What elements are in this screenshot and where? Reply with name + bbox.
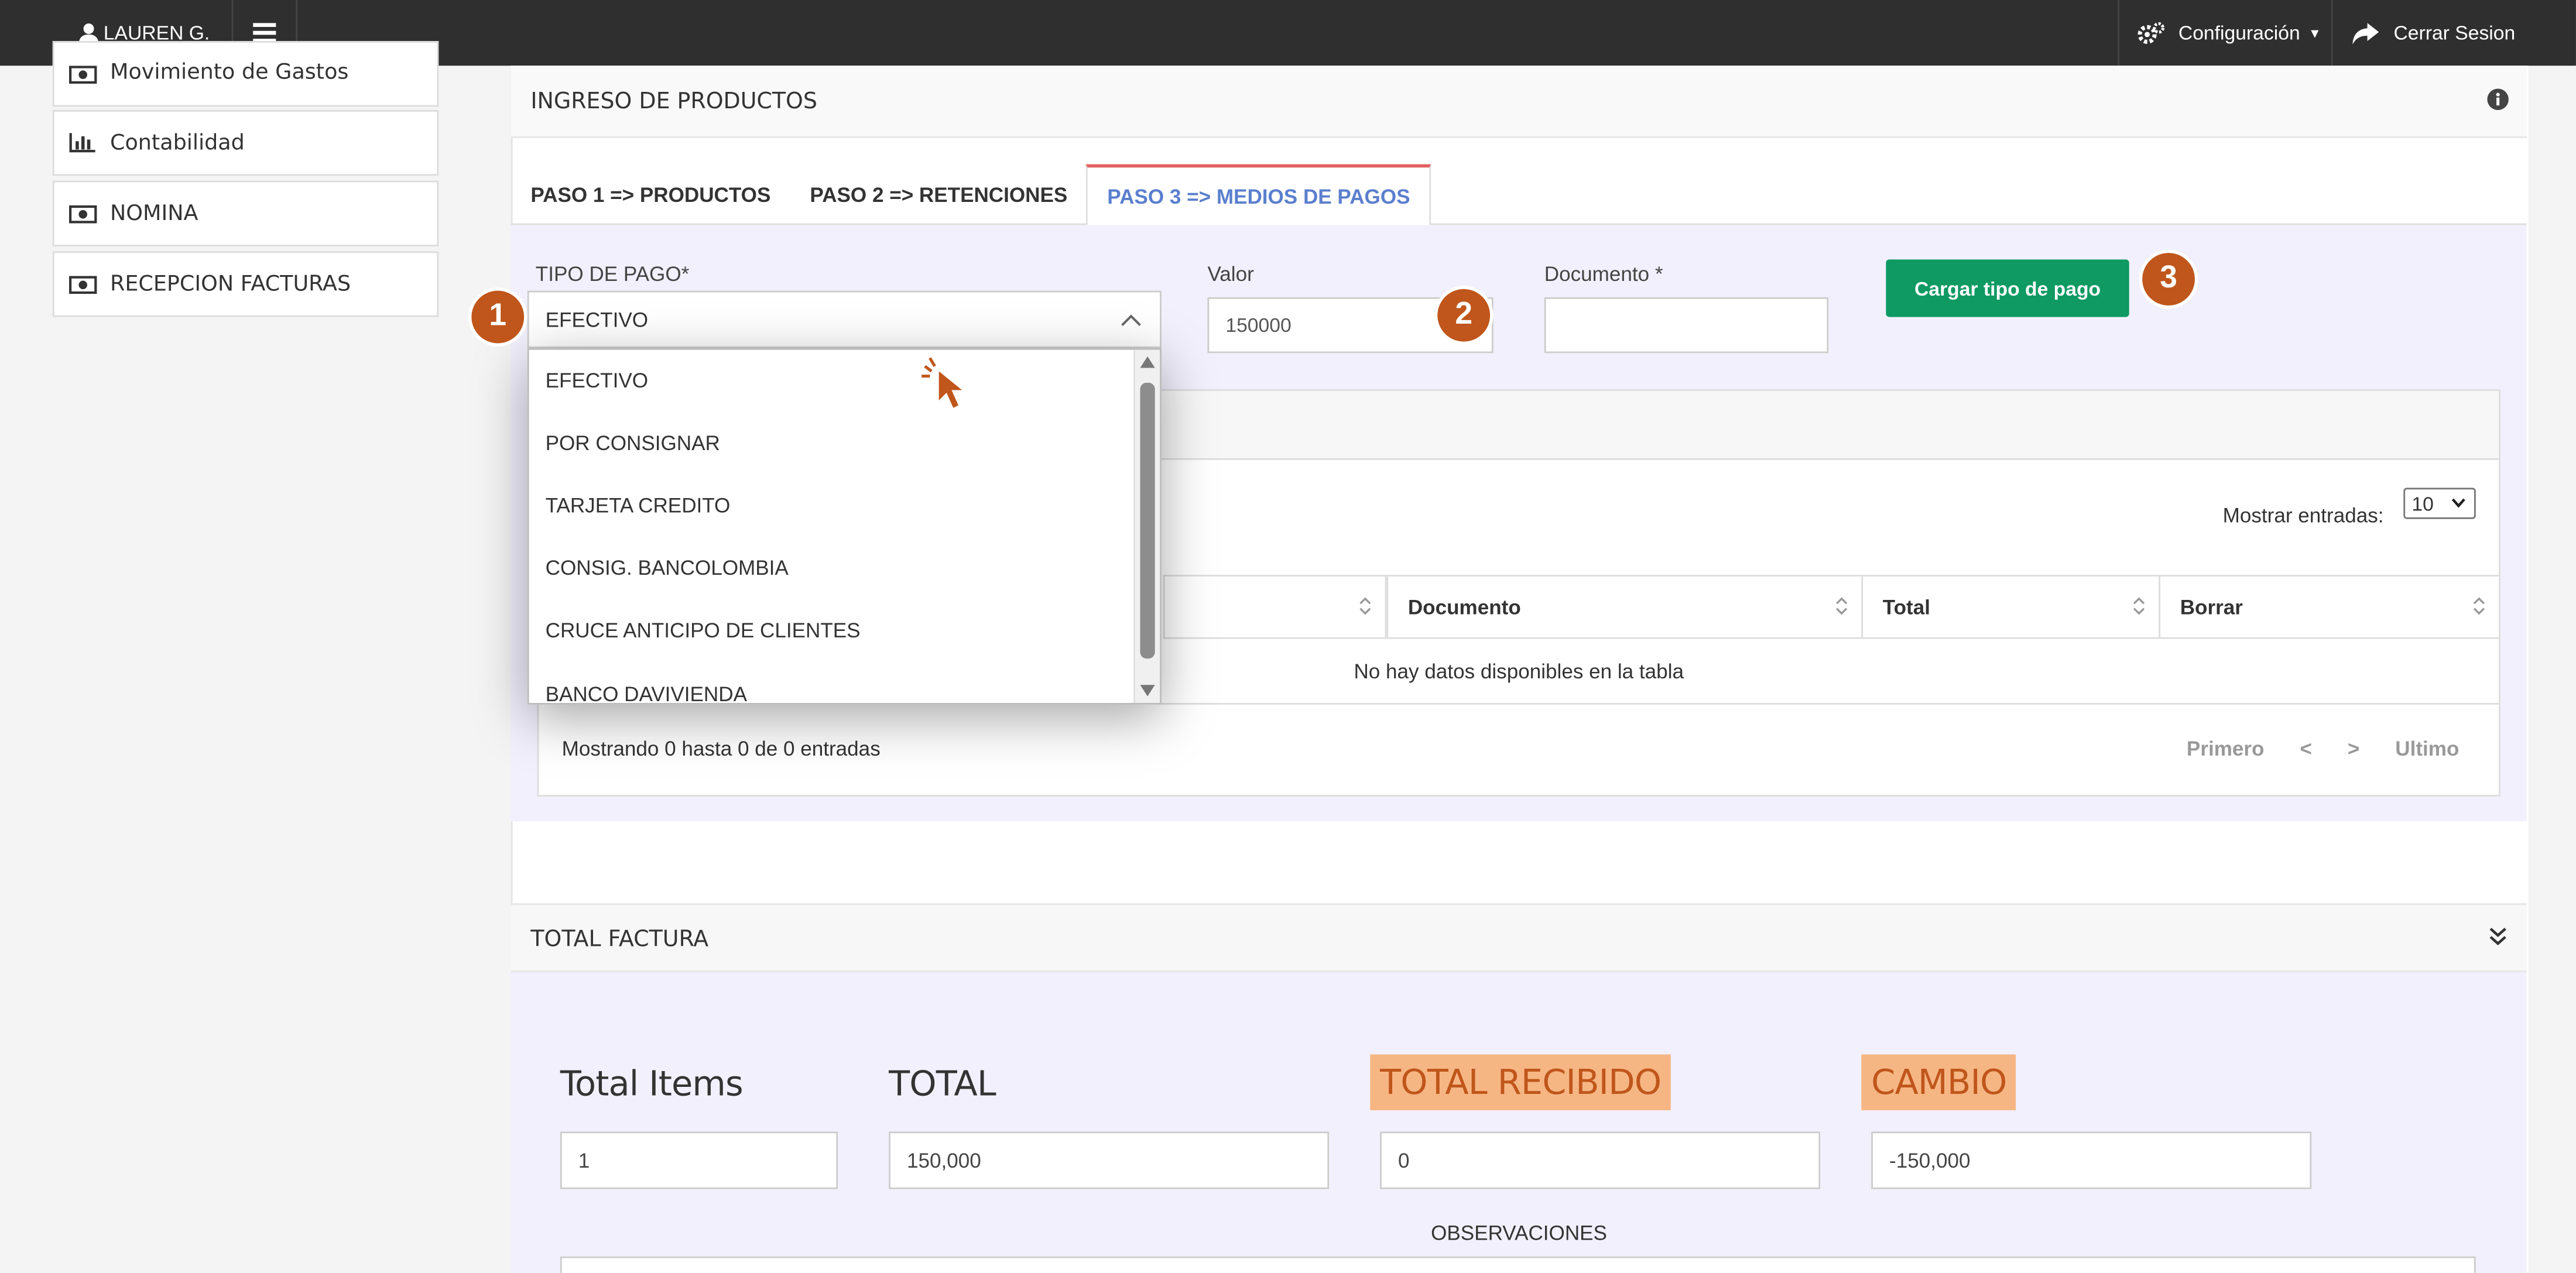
sort-icon xyxy=(1835,596,1848,621)
logout-label: Cerrar Sesion xyxy=(2393,21,2516,44)
panel-header: INGRESO DE PRODUCTOS xyxy=(511,66,2527,138)
panel-title: INGRESO DE PRODUCTOS xyxy=(530,88,817,115)
documento-input[interactable] xyxy=(1544,297,1829,354)
info-icon[interactable] xyxy=(2487,88,2509,111)
collapse-double-chevron-icon[interactable] xyxy=(2489,927,2507,946)
button-label: Cargar tipo de pago xyxy=(1914,276,2101,300)
config-label: Configuración xyxy=(2178,21,2300,44)
pager-prev[interactable]: < xyxy=(2300,737,2313,760)
gears-icon xyxy=(2137,22,2165,44)
cambio-label: CAMBIO xyxy=(1861,1054,2017,1110)
field-value: 1 xyxy=(578,1148,590,1172)
total-items-field[interactable]: 1 xyxy=(560,1131,838,1189)
share-arrow-icon xyxy=(2352,22,2379,44)
field-value: 0 xyxy=(1397,1148,1410,1172)
valor-label: Valor xyxy=(1207,262,1254,286)
step-badge-1: 1 xyxy=(471,290,525,344)
sidebar-item-label: NOMINA xyxy=(110,201,198,226)
scroll-up-arrow-icon[interactable] xyxy=(1140,356,1155,368)
valor-value: 150000 xyxy=(1225,313,1292,337)
column-header-hidden[interactable] xyxy=(1163,575,1387,639)
cambio-field[interactable]: -150,000 xyxy=(1871,1131,2312,1189)
total-items-label: Total Items xyxy=(560,1064,744,1104)
sidebar-item-nomina[interactable]: NOMINA xyxy=(52,180,439,246)
total-factura-header: TOTAL FACTURA xyxy=(511,903,2527,973)
app-window: LAUREN G. Configuración ▼ Cerrar Sesion xyxy=(0,0,2576,1273)
dropdown-scrollbar[interactable] xyxy=(1133,349,1160,704)
option-efectivo[interactable]: EFECTIVO xyxy=(546,369,648,392)
column-label: Documento xyxy=(1407,595,1521,619)
option-banco-davivienda[interactable]: BANCO DAVIVIENDA xyxy=(546,683,747,703)
step-tabs: PASO 1 => PRODUCTOS PASO 2 => RETENCIONE… xyxy=(511,164,2527,227)
tab-paso-1[interactable]: PASO 1 => PRODUCTOS xyxy=(511,164,790,225)
user-icon xyxy=(78,22,99,44)
sidebar-item-recepcion-facturas[interactable]: RECEPCION FACTURAS xyxy=(52,251,439,317)
sidebar-item-contabilidad[interactable]: Contabilidad xyxy=(52,110,439,176)
tipo-pago-select[interactable]: EFECTIVO xyxy=(527,290,1162,348)
config-menu[interactable]: Configuración ▼ xyxy=(2137,0,2321,66)
column-header-total[interactable]: Total xyxy=(1861,575,2161,639)
step-badge-2: 2 xyxy=(1437,289,1491,342)
sort-icon xyxy=(1359,596,1372,621)
sort-icon xyxy=(2132,596,2145,621)
sidebar-item-gastos[interactable]: Movimiento de Gastos xyxy=(52,41,439,107)
option-cruce-anticipo[interactable]: CRUCE ANTICIPO DE CLIENTES xyxy=(546,619,861,642)
tipo-pago-label: TIPO DE PAGO* xyxy=(535,262,690,286)
column-label: Total xyxy=(1882,595,1930,619)
pager-last[interactable]: Ultimo xyxy=(2395,737,2459,760)
cargar-tipo-pago-button[interactable]: Cargar tipo de pago xyxy=(1886,259,2129,317)
total-recibido-label: TOTAL RECIBIDO xyxy=(1370,1054,1671,1110)
option-consig-bancolombia[interactable]: CONSIG. BANCOLOMBIA xyxy=(546,557,789,579)
chevron-down-icon xyxy=(2451,498,2465,508)
sort-icon xyxy=(2472,596,2485,621)
money-icon xyxy=(67,64,97,83)
tab-label: PASO 1 => PRODUCTOS xyxy=(530,183,771,207)
option-por-consignar[interactable]: POR CONSIGNAR xyxy=(546,432,720,455)
click-cursor-icon xyxy=(922,357,967,410)
pager-first[interactable]: Primero xyxy=(2187,737,2265,760)
field-value: -150,000 xyxy=(1889,1148,1971,1172)
total-label: TOTAL xyxy=(889,1064,996,1104)
scroll-down-arrow-icon[interactable] xyxy=(1140,685,1155,696)
empty-message: No hay datos disponibles en la tabla xyxy=(1354,659,1684,682)
table-info: Mostrando 0 hasta 0 de 0 entradas xyxy=(561,737,881,761)
total-factura-title: TOTAL FACTURA xyxy=(530,926,709,953)
option-tarjeta-credito[interactable]: TARJETA CREDITO xyxy=(546,495,731,517)
bar-chart-icon xyxy=(67,133,97,153)
total-recibido-field[interactable]: 0 xyxy=(1380,1131,1821,1189)
selected-value: EFECTIVO xyxy=(545,308,649,331)
pager-next[interactable]: > xyxy=(2348,737,2360,760)
money-icon xyxy=(67,204,97,223)
tab-paso-2[interactable]: PASO 2 => RETENCIONES xyxy=(790,164,1087,225)
observaciones-textarea[interactable] xyxy=(560,1256,2476,1273)
hamburger-icon xyxy=(253,23,276,43)
page-size-select[interactable]: 10 xyxy=(2403,488,2476,519)
sidebar-item-label: RECEPCION FACTURAS xyxy=(110,272,351,297)
observaciones-label: OBSERVACIONES xyxy=(1431,1221,1607,1245)
documento-label: Documento * xyxy=(1544,262,1663,286)
column-header-borrar[interactable]: Borrar xyxy=(2159,575,2500,639)
field-value: 150,000 xyxy=(906,1148,981,1172)
step-badge-3: 3 xyxy=(2142,253,2195,306)
sidebar-item-label: Contabilidad xyxy=(110,131,245,156)
tab-paso-3[interactable]: PASO 3 => MEDIOS DE PAGOS xyxy=(1085,164,1431,227)
caret-down-icon: ▼ xyxy=(2308,25,2321,40)
column-header-documento[interactable]: Documento xyxy=(1386,575,1864,639)
chevron-up-icon xyxy=(1121,314,1141,326)
tab-label: PASO 3 => MEDIOS DE PAGOS xyxy=(1107,184,1410,208)
show-entries-label: Mostrar entradas: xyxy=(2222,504,2384,527)
total-field[interactable]: 150,000 xyxy=(889,1131,1330,1189)
sidebar-item-label: Movimiento de Gastos xyxy=(110,60,349,85)
tipo-pago-options: EFECTIVO POR CONSIGNAR TARJETA CREDITO C… xyxy=(527,348,1162,705)
logout-button[interactable]: Cerrar Sesion xyxy=(2352,0,2515,66)
column-label: Borrar xyxy=(2180,595,2243,619)
page-size-value: 10 xyxy=(2411,492,2434,515)
tab-label: PASO 2 => RETENCIONES xyxy=(810,183,1068,207)
scrollbar-thumb[interactable] xyxy=(1140,382,1155,659)
money-icon xyxy=(67,275,97,293)
